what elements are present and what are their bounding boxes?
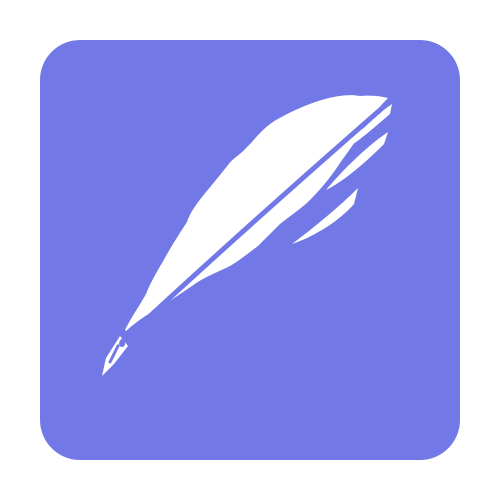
feather-quill-icon [40, 40, 460, 460]
app-icon [40, 40, 460, 460]
icon-canvas [0, 0, 500, 500]
nib-hole [119, 341, 125, 347]
